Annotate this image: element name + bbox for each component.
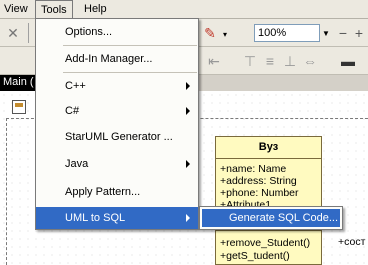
- submenu-arrow-icon: [186, 214, 190, 222]
- menu-help[interactable]: Help: [80, 2, 111, 18]
- menu-item-generate-sql-code[interactable]: Generate SQL Code...: [202, 209, 340, 227]
- menu-item-uml-to-sql[interactable]: UML to SQL: [36, 207, 198, 229]
- zoom-in-icon[interactable]: +: [352, 24, 366, 42]
- align-middle-icon[interactable]: ≡: [262, 53, 278, 69]
- menu-item-staruml-generator[interactable]: StarUML Generator ...: [36, 126, 198, 148]
- menu-view[interactable]: View: [0, 2, 32, 18]
- class-operation: +getS_tudent(): [220, 250, 290, 262]
- association-label: +сост: [338, 236, 366, 248]
- menu-separator: [63, 72, 197, 73]
- class-attribute: +name: Name: [220, 163, 287, 175]
- zoom-select[interactable]: 100%: [254, 24, 320, 42]
- zoom-out-icon[interactable]: −: [336, 24, 350, 42]
- chevron-down-icon[interactable]: ▾: [220, 27, 230, 41]
- menu-item-add-in-manager[interactable]: Add-In Manager...: [36, 48, 198, 70]
- class-name: Вуз: [216, 137, 321, 159]
- toolbar-separator: [28, 23, 29, 43]
- class-box[interactable]: Вуз +name: Name +address: String +phone:…: [215, 136, 322, 265]
- diagram-icon[interactable]: [12, 100, 26, 114]
- align-bottom-icon[interactable]: ⊥: [282, 53, 298, 69]
- menu-bar: View Tools Help: [0, 0, 368, 19]
- menu-separator: [63, 45, 197, 46]
- class-divider: [216, 230, 321, 231]
- class-attribute: +phone: Number: [220, 187, 299, 199]
- delete-icon[interactable]: ✕: [4, 24, 22, 42]
- menu-tools[interactable]: Tools: [35, 0, 73, 19]
- align-left-icon[interactable]: ⇤: [206, 53, 222, 69]
- class-operation: +remove_Student(): [220, 237, 311, 249]
- tools-menu: Options... Add-In Manager... C++ C# Star…: [35, 18, 199, 230]
- distribute-icon[interactable]: ⇔: [302, 53, 318, 69]
- uml-to-sql-submenu: Generate SQL Code...: [199, 206, 343, 230]
- zoom-dropdown-arrow-icon[interactable]: ▼: [322, 24, 332, 42]
- menu-item-csharp[interactable]: C#: [36, 100, 198, 122]
- menu-item-apply-pattern[interactable]: Apply Pattern...: [36, 181, 198, 203]
- align-top-icon[interactable]: ⊤: [242, 53, 258, 69]
- submenu-arrow-icon: [186, 107, 190, 115]
- menu-item-cpp[interactable]: C++: [36, 75, 198, 97]
- class-attribute: +address: String: [220, 175, 297, 187]
- folder-icon[interactable]: ▬: [340, 53, 356, 69]
- submenu-arrow-icon: [186, 160, 190, 168]
- menu-item-java[interactable]: Java: [36, 153, 198, 175]
- submenu-arrow-icon: [186, 82, 190, 90]
- pen-icon[interactable]: ✎: [202, 24, 218, 42]
- menu-item-options[interactable]: Options...: [36, 21, 198, 43]
